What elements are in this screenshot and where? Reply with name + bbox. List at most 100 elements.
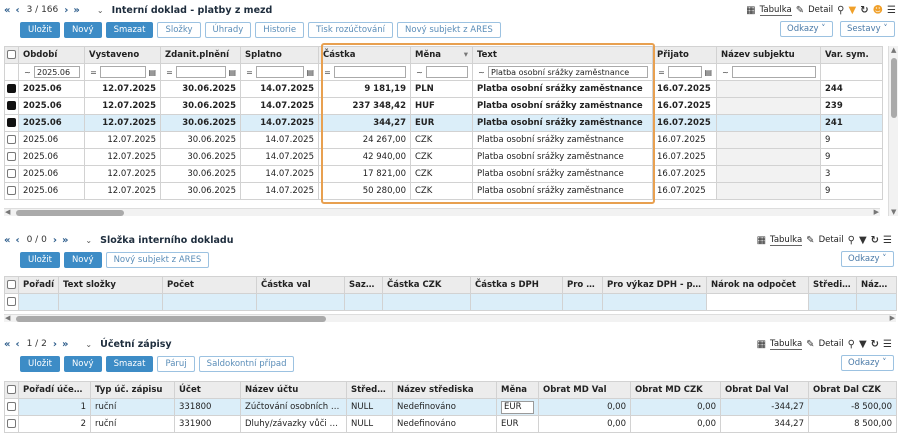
col-pocet[interactable]: Počet — [162, 276, 257, 294]
cell-mena[interactable]: EUR — [496, 398, 539, 416]
save-button[interactable]: Uložit — [20, 252, 60, 268]
scroll-down-icon[interactable]: ▼ — [891, 208, 896, 216]
last-page-icon[interactable]: » — [62, 339, 68, 350]
col-pro-vykaz-popis[interactable]: Pro výkaz DPH - popis — [602, 276, 707, 294]
col-nazev-subjektu[interactable]: Název subjektu — [716, 46, 821, 64]
folders-button[interactable]: Složky — [157, 22, 201, 38]
row-checkbox[interactable] — [7, 152, 16, 161]
table-view-icon[interactable]: ▦ — [757, 339, 766, 350]
col-sazba-dph[interactable]: Sazba D — [344, 276, 383, 294]
col-narok-na-odpocet[interactable]: Nárok na odpočet — [706, 276, 809, 294]
first-page-icon[interactable]: « — [4, 5, 10, 16]
refresh-icon[interactable]: ↻ — [860, 5, 868, 16]
filter-icon[interactable]: ▼ — [859, 235, 867, 246]
col-obrat-dal-val[interactable]: Obrat Dal Val — [720, 381, 809, 399]
main-vscrollbar[interactable]: ▲ ▼ — [888, 46, 898, 216]
col-pro-vykaz[interactable]: Pro výkaz — [562, 276, 603, 294]
prev-page-icon[interactable]: ‹ — [15, 5, 19, 16]
col-typ-zapisu[interactable]: Typ úč. zápisu — [90, 381, 175, 399]
col-nazev-uctu[interactable]: Název účtu — [240, 381, 347, 399]
select-all-checkbox[interactable] — [4, 381, 19, 399]
new-button[interactable]: Nový — [63, 356, 102, 372]
table-row[interactable]: 2025.06 12.07.2025 30.06.2025 14.07.2025 344… — [4, 114, 883, 132]
select-all-checkbox[interactable] — [4, 276, 19, 294]
select-all-checkbox[interactable] — [4, 46, 19, 64]
detail-view-link[interactable]: Detail — [819, 235, 844, 245]
menu-icon[interactable]: ☰ — [883, 339, 892, 350]
next-page-icon[interactable]: › — [53, 339, 57, 350]
calendar-icon[interactable]: ▤ — [704, 68, 712, 77]
detail-view-link[interactable]: Detail — [819, 339, 844, 349]
table-view-link[interactable]: Tabulka — [759, 5, 792, 16]
table-view-icon[interactable]: ▦ — [757, 235, 766, 246]
shortcuts-dropdown[interactable]: Odkazy ˅ — [780, 21, 833, 37]
pair-button[interactable]: Páruj — [157, 356, 195, 372]
col-obrat-md-czk[interactable]: Obrat MD CZK — [630, 381, 721, 399]
new-subject-ares-button[interactable]: Nový subjekt z ARES — [105, 252, 210, 268]
filter-castka[interactable] — [334, 66, 406, 78]
filter-icon[interactable]: ▼ — [859, 339, 867, 350]
table-view-icon[interactable]: ▦ — [746, 5, 755, 16]
payments-button[interactable]: Úhrady — [204, 22, 252, 38]
collapse-chevron-icon[interactable]: ⌄ — [85, 340, 92, 349]
row-checkbox[interactable] — [7, 135, 16, 144]
row-checkbox[interactable] — [7, 402, 16, 411]
row-checkbox[interactable] — [7, 419, 16, 428]
col-castka[interactable]: Částka — [318, 46, 411, 64]
table-row[interactable]: 2025.06 12.07.2025 30.06.2025 14.07.2025 24 … — [4, 131, 883, 149]
col-prijato[interactable]: Přijato — [652, 46, 717, 64]
col-castka-val[interactable]: Částka val — [256, 276, 345, 294]
table-row[interactable]: 2025.06 12.07.2025 30.06.2025 14.07.2025 9 1… — [4, 80, 883, 98]
col-nazev-strediska[interactable]: Název střediska — [392, 381, 497, 399]
table-row[interactable]: 2025.06 12.07.2025 30.06.2025 14.07.2025 17 … — [4, 165, 883, 183]
col-castka-czk[interactable]: Částka CZK — [382, 276, 471, 294]
balance-case-button[interactable]: Saldokontní případ — [198, 356, 295, 372]
last-page-icon[interactable]: » — [62, 235, 68, 246]
col-poradi[interactable]: Pořadí — [18, 276, 59, 294]
table-row[interactable]: 2025.06 12.07.2025 30.06.2025 14.07.2025 42 … — [4, 148, 883, 166]
row-checkbox[interactable] — [7, 297, 16, 306]
shortcuts-dropdown[interactable]: Odkazy ˅ — [841, 251, 894, 267]
print-button[interactable]: Tisk rozúčtování — [308, 22, 394, 38]
delete-button[interactable]: Smazat — [105, 22, 154, 38]
filter-splatno[interactable] — [256, 66, 305, 78]
col-stredisko[interactable]: Středisko — [808, 276, 857, 294]
edit-icon[interactable]: ✎ — [796, 5, 804, 16]
table-view-link[interactable]: Tabulka — [770, 339, 803, 350]
col-splatno[interactable]: Splatno — [240, 46, 319, 64]
edit-icon[interactable]: ✎ — [806, 235, 814, 246]
prev-page-icon[interactable]: ‹ — [15, 339, 19, 350]
filter-mena[interactable] — [426, 66, 468, 78]
shortcuts-dropdown[interactable]: Odkazy ˅ — [841, 355, 894, 371]
filter-zdanit-plneni[interactable] — [176, 66, 227, 78]
next-page-icon[interactable]: › — [64, 5, 68, 16]
row-checkbox[interactable] — [7, 186, 16, 195]
refresh-icon[interactable]: ↻ — [871, 235, 879, 246]
scroll-right-icon[interactable]: ▶ — [890, 314, 895, 322]
new-button[interactable]: Nový — [63, 22, 102, 38]
menu-icon[interactable]: ☰ — [883, 235, 892, 246]
col-obrat-md-val[interactable]: Obrat MD Val — [538, 381, 631, 399]
col-obdobi[interactable]: Období — [18, 46, 85, 64]
save-button[interactable]: Uložit — [20, 22, 60, 38]
row-checkbox[interactable] — [7, 118, 16, 127]
col-text-slozky[interactable]: Text složky — [58, 276, 163, 294]
col-ucet[interactable]: Účet — [174, 381, 241, 399]
table-row[interactable]: 2025.06 12.07.2025 30.06.2025 14.07.2025 50 … — [4, 182, 883, 200]
col-zdanit-plneni[interactable]: Zdanit.plnění — [160, 46, 241, 64]
refresh-icon[interactable]: ↻ — [871, 339, 879, 350]
new-button[interactable]: Nový — [63, 252, 102, 268]
col-poradi-ucetniho[interactable]: Pořadí účetního — [18, 381, 91, 399]
history-button[interactable]: Historie — [255, 22, 305, 38]
table-row[interactable]: 2 ruční 331900 Dluhy/závazky vůči os... NULL… — [4, 415, 897, 433]
prev-page-icon[interactable]: ‹ — [15, 235, 19, 246]
col-mena[interactable]: Měna ▾ — [410, 46, 473, 64]
users-icon[interactable]: ☻ — [873, 5, 883, 16]
filter-icon[interactable]: ▼ — [849, 5, 857, 16]
filter-obdobi[interactable]: 2025.06 — [34, 66, 80, 78]
scroll-left-icon[interactable]: ◀ — [5, 314, 10, 322]
save-button[interactable]: Uložit — [20, 356, 60, 372]
col-vystaveno[interactable]: Vystaveno — [84, 46, 161, 64]
col-stredisko[interactable]: Středisko — [346, 381, 393, 399]
col-obrat-dal-czk[interactable]: Obrat Dal CZK — [808, 381, 897, 399]
